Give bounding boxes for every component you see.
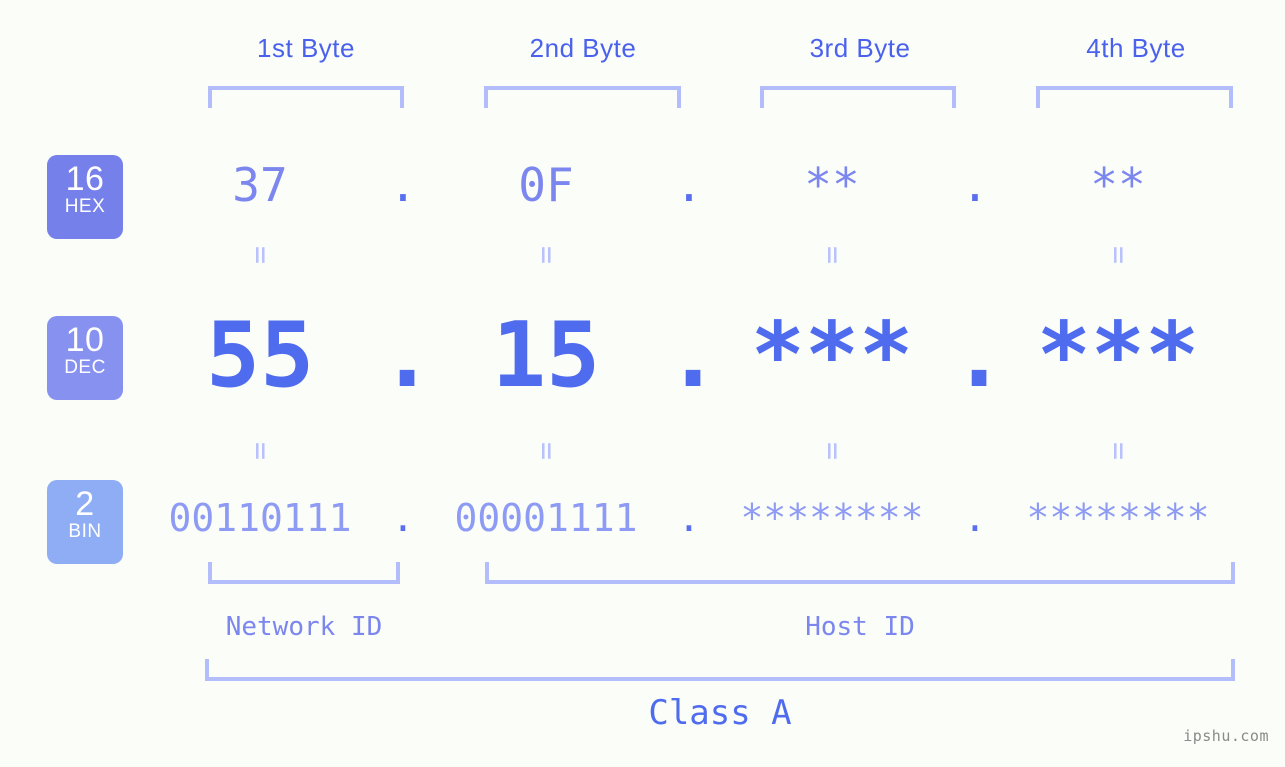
equals-mark-5: =	[243, 441, 278, 461]
equals-spacer-4	[380, 436, 426, 466]
hex-byte-2: 0F	[518, 158, 574, 212]
byte-bracket-3	[760, 86, 956, 108]
base-badge-dec-label: DEC	[64, 357, 106, 378]
equals-spacer-5	[666, 436, 712, 466]
byte-header-4: 4th Byte	[1086, 33, 1186, 63]
byte-bracket-2	[484, 86, 681, 108]
equals-mark-1: =	[243, 245, 278, 265]
class-bracket	[205, 659, 1235, 681]
bin-separator-1: .	[391, 496, 415, 540]
network-id-bracket	[208, 562, 400, 584]
bin-byte-3: ********	[740, 496, 924, 540]
byte-header-3: 3rd Byte	[809, 33, 911, 63]
hex-byte-3: **	[804, 158, 860, 212]
host-id-label: Host ID	[805, 612, 915, 642]
hex-byte-4: **	[1090, 158, 1146, 212]
base-badge-bin-label: BIN	[68, 521, 102, 542]
base-badge-bin: 2 BIN	[47, 480, 123, 564]
base-badge-hex-number: 16	[65, 160, 105, 198]
hex-separator-1: .	[389, 158, 417, 212]
dec-byte-4: ***	[1036, 302, 1200, 408]
class-label: Class A	[648, 693, 792, 733]
dec-separator-1: .	[380, 302, 435, 408]
equals-mark-4: =	[1101, 245, 1136, 265]
equals-mark-7: =	[815, 441, 850, 461]
bin-separator-2: .	[677, 496, 701, 540]
dec-byte-3: ***	[750, 302, 914, 408]
hex-value-row: 37 . 0F . ** . **	[140, 150, 1285, 220]
equals-mark-8: =	[1101, 441, 1136, 461]
byte-header-1: 1st Byte	[257, 33, 355, 63]
ip-address-breakdown-diagram: 1st Byte 2nd Byte 3rd Byte 4th Byte 16 H…	[0, 0, 1285, 767]
bin-byte-1: 00110111	[168, 496, 352, 540]
watermark: ipshu.com	[1183, 727, 1269, 745]
bin-byte-2: 00001111	[454, 496, 638, 540]
dec-byte-2: 15	[491, 302, 601, 408]
byte-bracket-4	[1036, 86, 1233, 108]
equals-mark-6: =	[529, 441, 564, 461]
dec-byte-1: 55	[205, 302, 315, 408]
byte-bracket-1	[208, 86, 404, 108]
base-badge-dec: 10 DEC	[47, 316, 123, 400]
base-badge-bin-number: 2	[75, 485, 95, 523]
bin-separator-3: .	[963, 496, 987, 540]
hex-separator-3: .	[961, 158, 989, 212]
base-badge-dec-number: 10	[65, 321, 105, 359]
equals-marks-dec-bin: = = = =	[140, 436, 1285, 466]
byte-header-2: 2nd Byte	[529, 33, 637, 63]
equals-spacer-1	[380, 240, 426, 270]
hex-separator-2: .	[675, 158, 703, 212]
bin-byte-4: ********	[1026, 496, 1210, 540]
dec-separator-2: .	[666, 302, 721, 408]
dec-separator-3: .	[952, 302, 1007, 408]
equals-marks-hex-dec: = = = =	[140, 240, 1285, 270]
hex-byte-1: 37	[232, 158, 288, 212]
bin-value-row: 00110111 . 00001111 . ******** . *******…	[140, 485, 1285, 551]
equals-spacer-6	[952, 436, 998, 466]
equals-mark-3: =	[815, 245, 850, 265]
base-badge-hex-label: HEX	[64, 196, 106, 217]
equals-spacer-2	[666, 240, 712, 270]
equals-spacer-3	[952, 240, 998, 270]
base-badge-hex: 16 HEX	[47, 155, 123, 239]
dec-value-row: 55 . 15 . *** . ***	[140, 300, 1285, 410]
equals-mark-2: =	[529, 245, 564, 265]
host-id-bracket	[485, 562, 1235, 584]
network-id-label: Network ID	[225, 612, 383, 642]
